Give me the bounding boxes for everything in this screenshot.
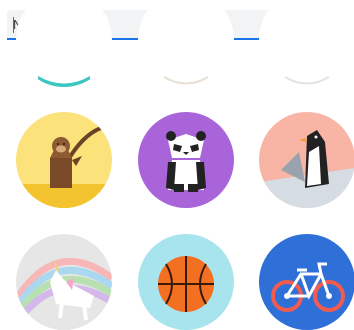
text-cursor bbox=[13, 17, 14, 33]
avatar-penguin[interactable] bbox=[259, 112, 354, 208]
avatar-monkey[interactable] bbox=[16, 112, 112, 208]
avatar-bicycle[interactable] bbox=[259, 234, 354, 330]
avatar-panda[interactable] bbox=[138, 112, 234, 208]
teal-partial-avatar-icon bbox=[16, 0, 112, 87]
white-partial-avatar-icon bbox=[259, 0, 354, 87]
avatar-option-2[interactable] bbox=[138, 0, 234, 87]
monkey-avatar-icon bbox=[16, 112, 112, 208]
avatar-unicorn[interactable] bbox=[16, 234, 112, 330]
avatar-basketball[interactable] bbox=[138, 234, 234, 330]
avatar-option-3[interactable] bbox=[259, 0, 354, 87]
bicycle-avatar-icon bbox=[259, 234, 354, 330]
unicorn-avatar-icon bbox=[16, 234, 112, 330]
avatar-option-1[interactable] bbox=[16, 0, 112, 87]
beige-partial-avatar-icon bbox=[138, 0, 234, 87]
panda-avatar-icon bbox=[138, 112, 234, 208]
basketball-avatar-icon bbox=[138, 234, 234, 330]
penguin-avatar-icon bbox=[259, 112, 354, 208]
